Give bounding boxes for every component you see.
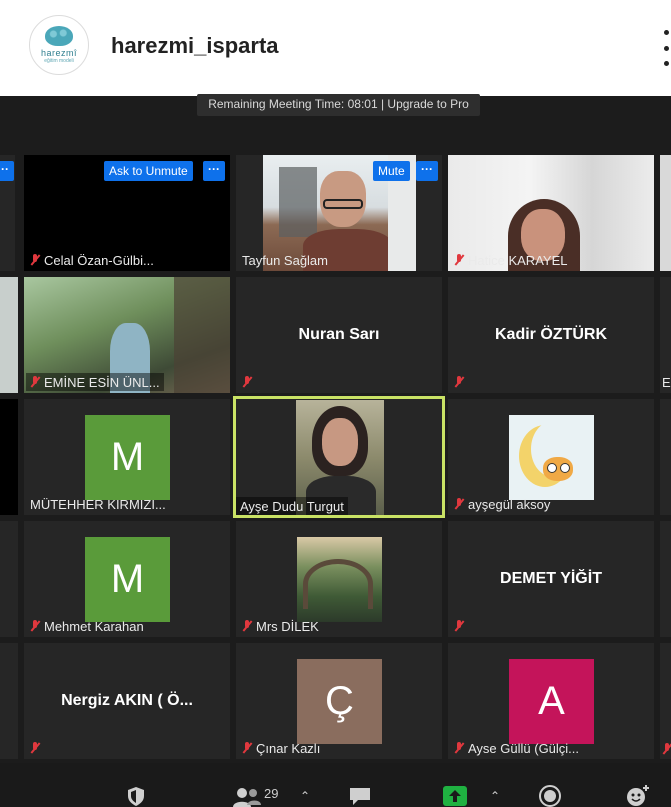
participant-tile-ayse-gullu[interactable]: A Ayse Güllü (Gülçi... xyxy=(448,643,654,759)
participants-count: 29 xyxy=(264,786,279,801)
participant-name: E xyxy=(662,375,671,390)
participant-name: Hatice KARAYEL xyxy=(468,252,568,268)
record-icon[interactable] xyxy=(539,785,561,807)
participant-tile-mrs-dilek[interactable]: Mrs DİLEK xyxy=(236,521,442,637)
participant-tile-demet[interactable]: DEMET YİĞİT xyxy=(448,521,654,637)
participants-icon[interactable] xyxy=(233,787,261,807)
participant-name-bar: ayşegül aksoy xyxy=(450,495,554,513)
mic-muted-icon xyxy=(454,620,464,632)
participant-name-bar: Ayse Güllü (Gülçi... xyxy=(450,739,583,757)
mic-muted-icon xyxy=(242,376,252,388)
security-shield-icon[interactable] xyxy=(125,785,147,807)
remaining-time-banner[interactable]: Remaining Meeting Time: 08:01 | Upgrade … xyxy=(197,94,480,116)
participant-name-bar: Hatice KARAYEL xyxy=(450,251,571,269)
mic-muted-icon xyxy=(454,742,464,754)
participant-name: Mrs DİLEK xyxy=(256,618,319,634)
more-options-icon[interactable] xyxy=(664,30,670,66)
participant-avatar: A xyxy=(509,659,594,744)
participant-tile-nergiz[interactable]: Nergiz AKIN ( Ö... xyxy=(24,643,230,759)
participant-name-bar: Mehmet Karahan xyxy=(26,617,148,635)
participant-avatar: Ç xyxy=(297,659,382,744)
logo-subtext: eğitim modeli xyxy=(44,58,74,64)
participant-name: Çınar Kazlı xyxy=(256,740,321,756)
logo-text: harezmî xyxy=(40,48,77,58)
participant-tile-ayse-dudu[interactable]: Ayşe Dudu Turgut xyxy=(233,396,445,518)
mic-muted-icon xyxy=(30,254,40,266)
edge-tile xyxy=(0,521,18,637)
participant-tile-tayfun[interactable]: Mute ··· Tayfun Sağlam xyxy=(236,155,442,271)
participant-name: Kadir ÖZTÜRK xyxy=(495,326,607,343)
participant-name-bar xyxy=(238,373,256,391)
participant-tile-kadir[interactable]: Kadir ÖZTÜRK xyxy=(448,277,654,393)
participant-name: EMİNE ESİN ÜNL... xyxy=(44,374,160,390)
ask-to-unmute-button[interactable]: Ask to Unmute xyxy=(104,161,193,181)
participant-tile-celal[interactable]: Ask to Unmute ··· Celal Özan-Gülbi... xyxy=(24,155,230,271)
participant-tile-aysegul[interactable]: ayşegül aksoy xyxy=(448,399,654,515)
participant-name: Nuran Sarı xyxy=(298,326,380,343)
edge-tile xyxy=(660,643,671,759)
participant-name-bar xyxy=(450,617,468,635)
edge-tile xyxy=(0,277,18,393)
participant-avatar: M xyxy=(85,537,170,622)
participant-name: Celal Özan-Gülbi... xyxy=(44,252,154,268)
participant-name-bar xyxy=(450,373,468,391)
mic-muted-icon xyxy=(454,254,464,266)
mic-muted-icon xyxy=(454,498,464,510)
participant-name-bar: MÜTEHHER KIRMIZI... xyxy=(26,495,170,513)
mute-button[interactable]: Mute xyxy=(373,161,410,181)
participant-avatar xyxy=(297,537,382,622)
more-dots-button[interactable]: ··· xyxy=(0,161,14,181)
edge-tile: ··· xyxy=(0,155,15,271)
profile-username[interactable]: harezmi_isparta xyxy=(111,33,279,59)
edge-tile xyxy=(660,521,671,637)
share-screen-icon[interactable] xyxy=(442,785,468,807)
participant-tile-mutehher[interactable]: M MÜTEHHER KIRMIZI... xyxy=(24,399,230,515)
more-dots-button[interactable]: ··· xyxy=(203,161,225,181)
participant-name: ayşegül aksoy xyxy=(468,496,551,512)
meeting-toolbar xyxy=(0,763,671,807)
participant-tile-mehmet[interactable]: M Mehmet Karahan xyxy=(24,521,230,637)
participant-name-bar xyxy=(26,739,44,757)
reactions-icon[interactable] xyxy=(625,783,651,807)
participant-avatar: M xyxy=(85,415,170,500)
more-dots-button[interactable]: ··· xyxy=(416,161,438,181)
participant-tile-hatice[interactable]: Hatice KARAYEL xyxy=(448,155,654,271)
participant-tile-nuran[interactable]: Nuran Sarı xyxy=(236,277,442,393)
edge-tile xyxy=(0,643,18,759)
profile-avatar[interactable]: harezmî eğitim modeli xyxy=(29,15,89,75)
mic-muted-icon xyxy=(30,742,40,754)
participant-name: Nergiz AKIN ( Ö... xyxy=(61,692,193,709)
participant-name-bar: Celal Özan-Gülbi... xyxy=(26,251,158,269)
chevron-up-icon[interactable]: ⌃ xyxy=(490,789,500,803)
mic-muted-icon xyxy=(242,742,252,754)
mic-muted-icon xyxy=(30,620,40,632)
participant-name-bar: Tayfun Sağlam xyxy=(238,251,332,269)
mic-muted-icon xyxy=(662,743,671,755)
participant-name: MÜTEHHER KIRMIZI... xyxy=(30,496,166,512)
brain-logo-icon xyxy=(45,26,73,46)
participant-tile-emine[interactable]: EMİNE ESİN ÜNL... xyxy=(24,277,230,393)
participant-name-bar: EMİNE ESİN ÜNL... xyxy=(26,373,164,391)
participant-name: Ayse Güllü (Gülçi... xyxy=(468,740,580,756)
participant-avatar xyxy=(509,415,594,500)
participant-name: Tayfun Sağlam xyxy=(242,252,328,268)
edge-tile xyxy=(0,399,18,515)
participant-name-bar: Ayşe Dudu Turgut xyxy=(236,497,348,515)
participant-name: Ayşe Dudu Turgut xyxy=(240,498,344,514)
edge-tile xyxy=(660,155,671,271)
participant-tile-cinar[interactable]: Ç Çınar Kazlı xyxy=(236,643,442,759)
edge-tile: E xyxy=(660,277,671,393)
edge-tile xyxy=(660,399,671,515)
instagram-header: harezmî eğitim modeli harezmi_isparta xyxy=(0,0,671,96)
mic-muted-icon xyxy=(242,620,252,632)
participant-name-bar: Mrs DİLEK xyxy=(238,617,323,635)
mic-muted-icon xyxy=(454,376,464,388)
participant-name-bar: Çınar Kazlı xyxy=(238,739,324,757)
chat-icon[interactable] xyxy=(348,786,372,806)
chevron-up-icon[interactable]: ⌃ xyxy=(300,789,310,803)
participant-name: DEMET YİĞİT xyxy=(500,570,602,587)
participant-name: Mehmet Karahan xyxy=(44,618,144,634)
mic-muted-icon xyxy=(30,376,40,388)
